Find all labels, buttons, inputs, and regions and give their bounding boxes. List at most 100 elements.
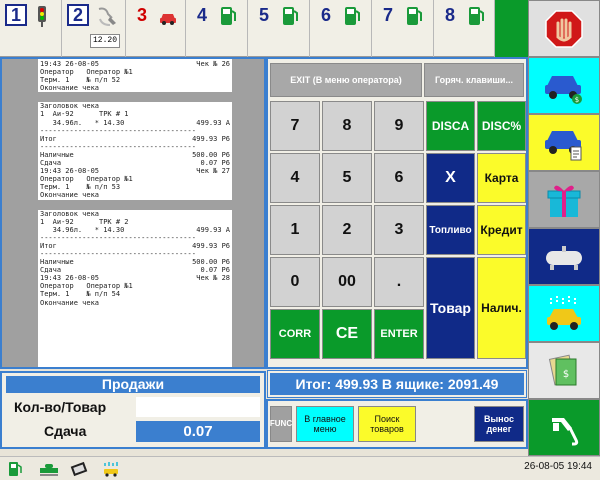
receipt-line-right: 500.00 Р6 — [192, 258, 230, 267]
receipt-block: Заголовок чека 1 Аи-92 ТРК # 2 34.96л. * … — [40, 210, 230, 307]
receipt-line: Терм. 1 № п/п 54 — [40, 290, 230, 298]
total-display: Итог: 499.93 В ящике: 2091.49 — [267, 370, 527, 398]
gift-button[interactable] — [528, 171, 600, 228]
fuel-tanker-icon — [40, 464, 58, 476]
card-button[interactable]: Карта — [477, 153, 526, 203]
pump-3[interactable]: 3 — [126, 0, 186, 57]
disca-button[interactable]: DISCA — [426, 101, 475, 151]
corr-button[interactable]: CORR — [270, 309, 320, 359]
key-6[interactable]: 6 — [374, 153, 424, 203]
sales-title: Продажи — [6, 376, 260, 393]
car-icon — [160, 14, 176, 25]
status-bar: 26-08-05 19:44 — [0, 456, 600, 480]
documents-button[interactable]: $ — [528, 342, 600, 399]
pump-1[interactable]: 1 — [0, 0, 62, 57]
fuel-tank-icon — [546, 245, 582, 270]
receipt-line-left: Терм. 1 № п/п 52 — [40, 76, 121, 85]
svg-text:$: $ — [563, 369, 569, 380]
fuel-nozzle-button[interactable] — [528, 399, 600, 456]
pump-6[interactable]: 6 — [310, 0, 372, 57]
receipt-line: 34.96л. * 14.30 499.93 А — [40, 119, 230, 127]
receipt-line: Заголовок чека — [40, 210, 230, 218]
key-9[interactable]: 9 — [374, 101, 424, 151]
documents-icon: $ — [548, 354, 577, 385]
key-3[interactable]: 3 — [374, 205, 424, 255]
receipt-line: ------------------------------------- — [40, 250, 230, 258]
pump-bar: 1 2 12.20 3 4 5 6 7 8 — [0, 0, 528, 57]
receipt-line-left: Оператор Оператор №1 — [40, 68, 133, 77]
receipt-line-left: Сдача — [40, 159, 62, 168]
disc-percent-button[interactable]: DISC% — [477, 101, 526, 151]
enter-button[interactable]: ENTER — [374, 309, 424, 359]
cash-button[interactable]: Налич. — [477, 257, 526, 359]
pump-5[interactable]: 5 — [248, 0, 310, 57]
receipt-line-left: ------------------------------------- — [40, 249, 196, 258]
receipt-line-left: Окончание чека — [40, 191, 100, 200]
stop-hand-icon — [545, 9, 583, 48]
stop-button[interactable] — [528, 0, 600, 57]
receipt-line: Наличные 500.00 Р6 — [40, 258, 230, 266]
receipt-line: 19:43 26-08-05 Чек № 26 — [40, 60, 230, 68]
ce-button[interactable]: CE — [322, 309, 372, 359]
credit-button[interactable]: Кредит — [477, 205, 526, 255]
pump-4[interactable]: 4 — [186, 0, 248, 57]
exit-operator-menu-button[interactable]: EXIT (В меню оператора) — [270, 63, 422, 97]
cash-out-button[interactable]: Вынос денег — [474, 406, 524, 442]
main-menu-button[interactable]: В главное меню — [296, 406, 354, 442]
receipt-line: Окончание чека — [40, 84, 230, 92]
multiply-button[interactable]: X — [426, 153, 475, 203]
receipt-line-left: 34.96л. * 14.30 — [40, 225, 125, 234]
receipt-line-right: 499.93 Р6 — [192, 134, 230, 143]
quantity-field[interactable] — [136, 397, 260, 417]
receipt-block: 19:43 26-08-05 Чек № 26 Оператор Оператор … — [40, 60, 230, 92]
receipt-tape[interactable]: 19:43 26-08-05 Чек № 26 Оператор Оператор … — [38, 59, 232, 367]
car-money-icon: $ — [545, 75, 582, 104]
key-7[interactable]: 7 — [270, 101, 320, 151]
key-5[interactable]: 5 — [322, 153, 372, 203]
status-datetime: 26-08-05 19:44 — [524, 461, 592, 472]
receipt-line-left: 19:43 26-08-05 — [40, 274, 100, 283]
hotkeys-button[interactable]: Горяч. клавиши... — [424, 63, 524, 97]
car-document-button[interactable] — [528, 114, 600, 171]
receipt-block: Заголовок чека 1 Аи-92 ТРК # 1 34.96л. * … — [40, 102, 230, 199]
receipt-line: ------------------------------------- — [40, 143, 230, 151]
key-8[interactable]: 8 — [322, 101, 372, 151]
pump-bar-indicator — [495, 0, 528, 57]
pump-7[interactable]: 7 — [372, 0, 434, 57]
key-2[interactable]: 2 — [322, 205, 372, 255]
receipt-line: Заголовок чека — [40, 102, 230, 110]
key-0[interactable]: 0 — [270, 257, 320, 307]
receipt-line: Наличные 500.00 Р6 — [40, 151, 230, 159]
receipt-line: 1 Аи-92 ТРК # 1 — [40, 110, 230, 118]
pump-8[interactable]: 8 — [434, 0, 495, 57]
keypad-panel: EXIT (В меню оператора) Горяч. клавиши..… — [266, 57, 528, 369]
fuel-button[interactable]: Топливо — [426, 205, 475, 255]
receipt-line-left: Заголовок чека — [40, 209, 100, 218]
tank-button[interactable] — [528, 228, 600, 285]
receipt-line-left: Терм. 1 № п/п 53 — [40, 183, 121, 192]
receipt-line-right: 500.00 Р6 — [192, 150, 230, 159]
key-00[interactable]: 00 — [322, 257, 372, 307]
goods-button[interactable]: Товар — [426, 257, 475, 359]
receipt-line-right: 499.93 А — [196, 225, 230, 234]
car-money-button[interactable]: $ — [528, 57, 600, 114]
receipt-line-right: 0.07 Р6 — [200, 159, 230, 168]
fuel-pump-icon — [221, 7, 236, 25]
receipt-line-left: Итог — [40, 134, 57, 143]
receipt-line-left: 19:43 26-08-05 — [40, 60, 100, 68]
key-decimal[interactable]: . — [374, 257, 424, 307]
key-4[interactable]: 4 — [270, 153, 320, 203]
fuel-pump-icon — [345, 7, 360, 25]
receipt-line: Окончание чека — [40, 191, 230, 199]
function-row: FUNC В главное меню Поиск товаров Вынос … — [266, 399, 528, 449]
func-button[interactable]: FUNC — [270, 406, 292, 442]
pump-number: 2 — [67, 4, 89, 26]
receipt-line: 19:43 26-08-05 Чек № 27 — [40, 167, 230, 175]
car-wash-button[interactable] — [528, 285, 600, 342]
search-goods-button[interactable]: Поиск товаров — [358, 406, 416, 442]
car-document-icon — [545, 130, 582, 160]
receipt-line: 19:43 26-08-05 Чек № 28 — [40, 274, 230, 282]
pump-2[interactable]: 2 12.20 — [62, 0, 126, 57]
key-1[interactable]: 1 — [270, 205, 320, 255]
pump-number: 7 — [382, 5, 393, 25]
